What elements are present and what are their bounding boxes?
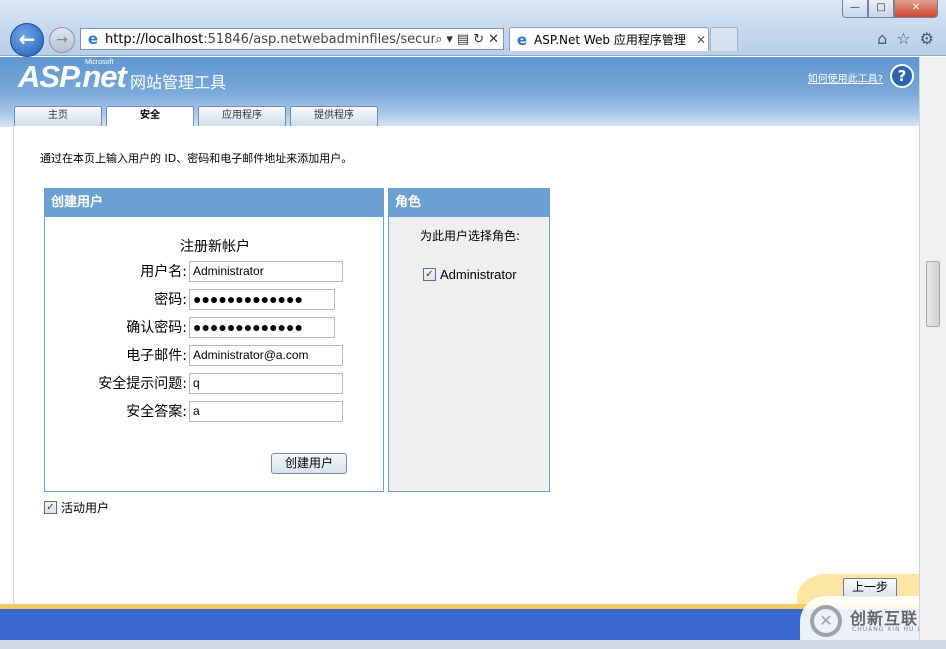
confirm-password-label: 确认密码:: [126, 320, 187, 336]
search-icon[interactable]: ⌕: [435, 32, 442, 47]
security-question-label: 安全提示问题:: [98, 376, 187, 392]
refresh-icon[interactable]: ↻: [473, 32, 484, 47]
roles-panel: 角色 为此用户选择角色: ✓ Administrator: [388, 188, 550, 492]
page-content: 通过在本页上输入用户的 ID、密码和电子邮件地址来添加用户。 创建用户 注册新帐…: [13, 126, 919, 604]
site-title: 网站管理工具: [130, 73, 227, 92]
tab-security[interactable]: 安全: [106, 106, 194, 128]
tools-gear-icon[interactable]: ⚙: [920, 29, 934, 48]
microsoft-logo-text: Microsoft: [85, 59, 114, 66]
window-controls: — □ ✕: [842, 0, 938, 18]
password-row: 密码: ●●●●●●●●●●●●●: [45, 288, 335, 310]
password-label: 密码:: [154, 292, 187, 308]
minimize-button[interactable]: —: [842, 0, 868, 18]
create-user-panel: 创建用户 注册新帐户 用户名: Administrator 密码: ●●●●●●…: [44, 188, 384, 492]
dropdown-icon[interactable]: ▾: [446, 32, 453, 47]
username-input[interactable]: Administrator: [189, 260, 343, 282]
create-user-heading: 创建用户: [45, 189, 383, 217]
security-answer-label: 安全答案:: [126, 404, 187, 420]
tab-application[interactable]: 应用程序: [198, 106, 286, 127]
compat-view-icon[interactable]: ▤: [457, 32, 469, 47]
checkbox-checked-icon[interactable]: ✓: [44, 501, 57, 514]
maximize-button[interactable]: □: [868, 0, 894, 18]
username-label: 用户名:: [140, 264, 187, 280]
back-arrow-icon[interactable]: ←: [10, 23, 44, 57]
back-button[interactable]: 上一步: [843, 578, 897, 597]
security-answer-input[interactable]: a: [189, 400, 343, 422]
tab-title: ASP.Net Web 应用程序管理: [534, 33, 686, 47]
stop-icon[interactable]: ✕: [488, 32, 499, 47]
username-row: 用户名: Administrator: [45, 260, 343, 282]
roles-prompt: 为此用户选择角色:: [419, 229, 521, 243]
ie-logo-icon: e: [516, 30, 528, 49]
browser-tab[interactable]: e ASP.Net Web 应用程序管理 ✕: [509, 27, 709, 51]
email-label: 电子邮件:: [126, 348, 187, 364]
help-link[interactable]: 如何使用此工具?: [808, 70, 883, 85]
ie-logo-icon: e: [87, 30, 99, 48]
home-icon[interactable]: ⌂: [877, 29, 887, 48]
role-item-administrator[interactable]: ✓ Administrator: [423, 267, 517, 282]
password-input[interactable]: ●●●●●●●●●●●●●: [189, 288, 335, 310]
scrollbar-thumb[interactable]: [926, 261, 940, 327]
security-question-input[interactable]: q: [189, 372, 343, 394]
address-url[interactable]: http://localhost:51846/asp.netwebadminfi…: [105, 32, 435, 47]
active-user-label: 活动用户: [61, 501, 110, 515]
help-icon[interactable]: ?: [890, 64, 914, 88]
address-bar[interactable]: e http://localhost:51846/asp.netwebadmin…: [80, 28, 504, 50]
watermark-logo-icon: ✕: [810, 605, 842, 637]
tab-providers[interactable]: 提供程序: [290, 106, 378, 127]
email-input[interactable]: Administrator@a.com: [189, 344, 343, 366]
tab-home[interactable]: 主页: [14, 106, 102, 127]
confirm-password-row: 确认密码: ●●●●●●●●●●●●●: [45, 316, 335, 338]
email-row: 电子邮件: Administrator@a.com: [45, 344, 343, 366]
security-question-row: 安全提示问题: q: [45, 372, 343, 394]
close-window-button[interactable]: ✕: [894, 0, 938, 18]
forward-arrow-icon[interactable]: →: [49, 27, 75, 53]
new-tab-button[interactable]: [710, 27, 738, 51]
address-tools: ⌕ ▾ ▤ ↻ ✕: [435, 32, 503, 47]
browser-chrome: — □ ✕ ← → e http://localhost:51846/asp.n…: [0, 0, 946, 57]
status-bar: [0, 640, 946, 649]
create-user-button[interactable]: 创建用户: [271, 453, 347, 474]
form-title: 注册新帐户: [180, 239, 250, 255]
close-tab-icon[interactable]: ✕: [694, 33, 708, 47]
confirm-password-input[interactable]: ●●●●●●●●●●●●●: [189, 316, 335, 338]
main-tabs: 主页 安全 应用程序 提供程序: [14, 106, 378, 128]
roles-heading: 角色: [389, 189, 549, 217]
security-answer-row: 安全答案: a: [45, 400, 343, 422]
role-label: Administrator: [440, 267, 517, 282]
active-user-option[interactable]: ✓ 活动用户: [44, 499, 109, 516]
browser-toolbar-icons: ⌂ ☆ ⚙: [877, 29, 934, 48]
favorites-star-icon[interactable]: ☆: [896, 29, 910, 48]
site-header: ASP.net Microsoft 网站管理工具 如何使用此工具? ? 主页 安…: [0, 57, 946, 128]
checkbox-checked-icon[interactable]: ✓: [423, 268, 436, 281]
intro-text: 通过在本页上输入用户的 ID、密码和电子邮件地址来添加用户。: [40, 152, 353, 165]
vertical-scrollbar[interactable]: [919, 57, 946, 640]
